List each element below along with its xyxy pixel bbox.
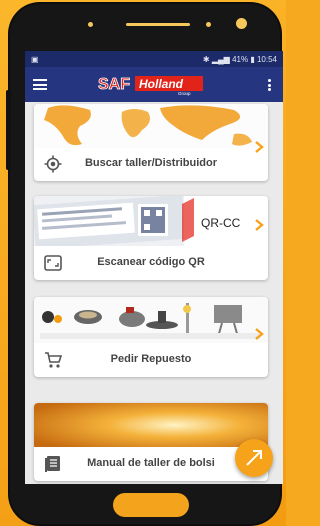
card-find-dealer[interactable]: Buscar taller/Distribuidor (34, 104, 268, 181)
card-label: Buscar taller/Distribuidor (84, 157, 218, 169)
chevron-right-icon (255, 219, 264, 231)
phone-speaker (126, 23, 190, 26)
card-row: Manual de taller de bolsi (34, 447, 268, 481)
clock: 10:54 (256, 54, 277, 64)
floating-action-button[interactable] (235, 439, 273, 477)
spare-parts-image (34, 297, 268, 343)
world-map-image (34, 104, 268, 148)
manual-banner-image (34, 403, 268, 447)
card-label: Escanear código QR (97, 256, 205, 268)
card-row: Buscar taller/Distribuidor (34, 147, 268, 181)
card-label: Manual de taller de bolsi (87, 457, 215, 469)
status-bar: ▣ ✱ ▂▄▆ 41% ▮ 10:54 (25, 51, 283, 67)
overflow-menu-icon[interactable] (268, 79, 271, 91)
front-camera (236, 18, 247, 29)
saf-holland-logo: SAF Holland Group (98, 76, 203, 96)
card-workshop-manual[interactable]: Manual de taller de bolsi (34, 403, 268, 481)
card-scan-qr[interactable]: QR-CC Escanear código QR (34, 196, 268, 280)
bluetooth-icon: ✱ (202, 54, 210, 64)
chevron-right-icon (255, 141, 264, 153)
card-order-parts[interactable]: Pedir Repuesto (34, 297, 268, 377)
app-toolbar: SAF Holland Group (25, 67, 283, 102)
card-row: Escanear código QR (34, 246, 268, 280)
home-button[interactable] (113, 493, 189, 517)
chevron-right-icon (255, 328, 264, 340)
battery-percent: 41% (232, 54, 249, 64)
hamburger-menu-icon[interactable] (33, 79, 47, 90)
card-list: Buscar taller/Distribuidor QR-CC Escanea… (25, 102, 283, 484)
brand-tag-text: Group (178, 91, 191, 96)
card-row: Pedir Repuesto (34, 343, 268, 377)
notification-icon: ▣ (31, 54, 39, 64)
brand-secondary-text: Holland (139, 77, 184, 91)
qr-image-caption: QR-CC (201, 216, 241, 230)
send-icon (246, 450, 262, 466)
front-sensor-dot (88, 22, 93, 27)
qr-label-image: QR-CC (34, 196, 268, 246)
signal-icon: ▂▄▆ (211, 54, 230, 64)
card-label: Pedir Repuesto (110, 353, 192, 365)
side-button (6, 90, 11, 170)
brand-primary-text: SAF (98, 76, 130, 93)
front-sensor-dot (206, 22, 211, 27)
battery-icon: ▮ (250, 54, 255, 64)
app-screen: ▣ ✱ ▂▄▆ 41% ▮ 10:54 SAF Holland Group Bu… (25, 51, 283, 484)
status-right: ✱ ▂▄▆ 41% ▮ 10:54 (203, 55, 277, 64)
